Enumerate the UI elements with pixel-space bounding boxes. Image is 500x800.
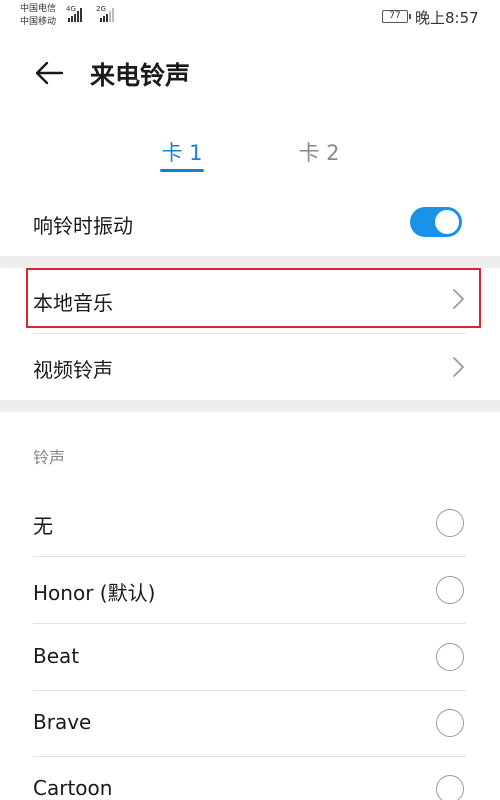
tab-indicator xyxy=(160,169,204,172)
page-title: 来电铃声 xyxy=(90,61,191,90)
status-bar: 中国电信 中国移动 4G 2G 77 晚上8:57 xyxy=(0,0,500,34)
carrier-2: 中国移动 xyxy=(20,17,57,27)
divider xyxy=(33,333,466,334)
divider xyxy=(33,623,466,624)
carrier-1: 中国电信 xyxy=(20,4,57,14)
radio-button[interactable] xyxy=(436,709,464,737)
battery-icon: 77 xyxy=(382,10,411,23)
section-separator xyxy=(0,400,500,412)
vibrate-label: 响铃时振动 xyxy=(33,214,133,238)
ringtone-item[interactable]: Beat xyxy=(33,644,79,668)
ringtone-item[interactable]: Brave xyxy=(33,710,91,734)
divider xyxy=(33,690,466,691)
ringtone-item[interactable]: Honor (默认) xyxy=(33,577,155,606)
video-ringtone-item[interactable]: 视频铃声 xyxy=(33,354,113,383)
radio-button[interactable] xyxy=(436,775,464,800)
section-separator xyxy=(0,256,500,268)
clock: 晚上8:57 xyxy=(415,9,479,27)
tab-card-1[interactable]: 卡 1 xyxy=(158,137,206,167)
radio-button[interactable] xyxy=(436,643,464,671)
carrier-names: 中国电信 中国移动 xyxy=(20,3,56,29)
chevron-right-icon[interactable] xyxy=(448,287,468,311)
local-music-item[interactable]: 本地音乐 xyxy=(33,287,113,316)
ringtone-item[interactable]: 无 xyxy=(33,510,53,539)
tab-card-2[interactable]: 卡 2 xyxy=(295,137,343,167)
ringtone-section-label: 铃声 xyxy=(33,448,66,467)
radio-button[interactable] xyxy=(436,509,464,537)
signal-strength-icon xyxy=(100,8,114,22)
chevron-right-icon[interactable] xyxy=(448,355,468,379)
divider xyxy=(33,556,466,557)
radio-button[interactable] xyxy=(436,576,464,604)
toggle-knob xyxy=(435,210,459,234)
vibrate-toggle[interactable] xyxy=(410,207,462,237)
arrow-left-icon[interactable] xyxy=(32,55,68,91)
ringtone-item[interactable]: Cartoon xyxy=(33,776,112,800)
divider xyxy=(33,756,466,757)
signal-strength-icon xyxy=(68,8,82,22)
